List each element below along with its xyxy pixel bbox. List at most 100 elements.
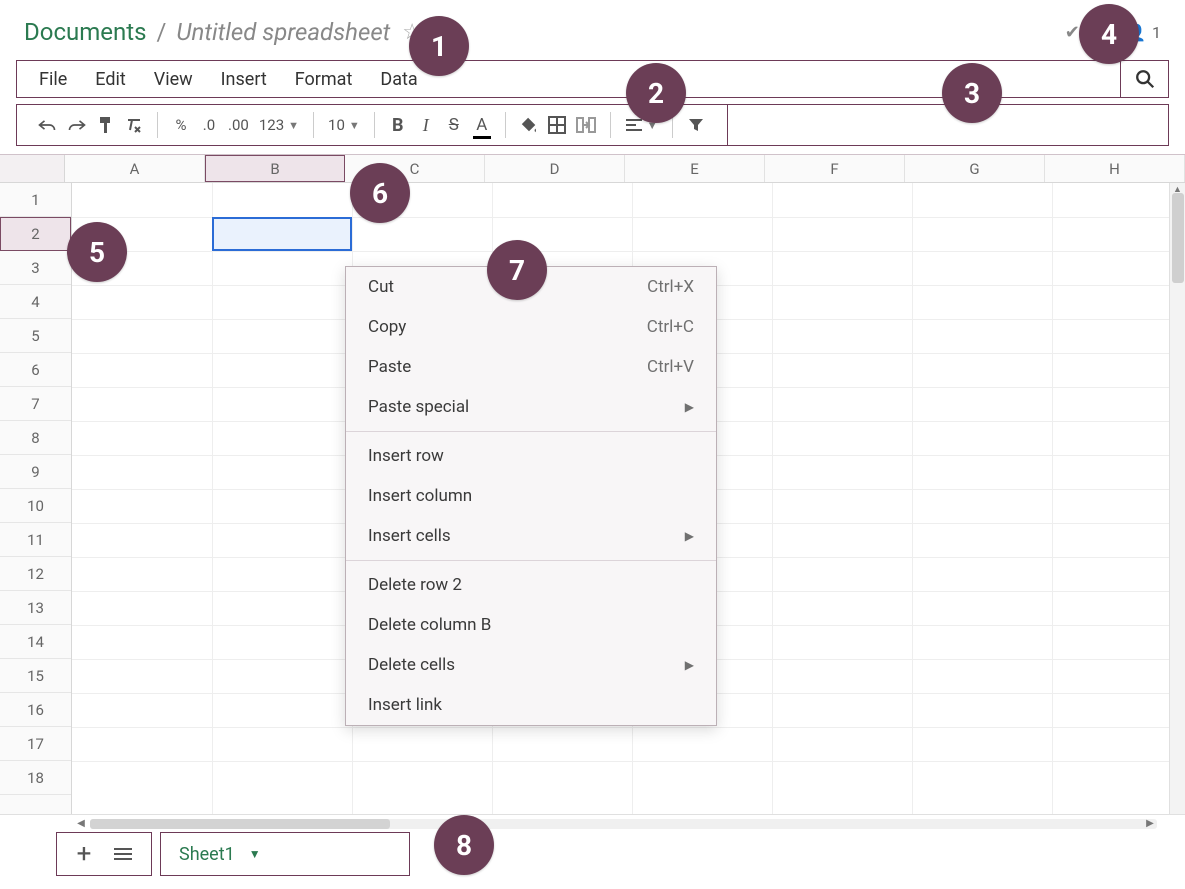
sheet-tabs-bar: + Sheet1 ▼ (0, 832, 1185, 876)
row-header-13[interactable]: 13 (0, 591, 71, 625)
undo-button[interactable] (33, 112, 61, 138)
merge-icon (576, 117, 596, 133)
context-delete-column[interactable]: Delete column B (346, 605, 716, 645)
borders-icon (548, 116, 566, 134)
context-copy[interactable]: CopyCtrl+C (346, 307, 716, 347)
filter-button[interactable] (683, 112, 709, 138)
annotation-bubble-5: 5 (67, 222, 127, 282)
select-all-corner[interactable] (0, 155, 65, 182)
row-header-14[interactable]: 14 (0, 625, 71, 659)
all-sheets-button[interactable] (109, 841, 137, 867)
annotation-bubble-6: 6 (350, 163, 410, 223)
number-format-button[interactable]: 123▼ (255, 112, 303, 138)
col-header-B[interactable]: B (205, 155, 345, 182)
row-header-11[interactable]: 11 (0, 523, 71, 557)
annotation-bubble-7: 7 (487, 240, 547, 300)
selected-cell-B2[interactable] (212, 217, 352, 251)
col-header-D[interactable]: D (485, 155, 625, 182)
add-sheet-button[interactable]: + (71, 841, 97, 867)
strikethrough-button[interactable]: S (441, 112, 467, 138)
menu-icon (113, 847, 133, 861)
context-insert-cells[interactable]: Insert cells▶ (346, 516, 716, 556)
format-paint-button[interactable] (93, 112, 119, 138)
format-paint-icon (98, 116, 114, 134)
row-header-5[interactable]: 5 (0, 319, 71, 353)
clear-format-button[interactable] (121, 112, 147, 138)
context-menu-separator (346, 431, 716, 432)
row-header-12[interactable]: 12 (0, 557, 71, 591)
col-header-G[interactable]: G (905, 155, 1045, 182)
row-header-3[interactable]: 3 (0, 251, 71, 285)
row-header-17[interactable]: 17 (0, 727, 71, 761)
header: Documents / Untitled spreadsheet ☆ ✔ Sav… (0, 0, 1185, 60)
context-insert-column[interactable]: Insert column (346, 476, 716, 516)
decrease-decimal-button[interactable]: .0 (196, 112, 222, 138)
annotation-bubble-3: 3 (942, 63, 1002, 123)
menu-insert[interactable]: Insert (207, 64, 281, 95)
context-paste[interactable]: PasteCtrl+V (346, 347, 716, 387)
menu-format[interactable]: Format (281, 64, 367, 95)
row-header-2[interactable]: 2 (0, 217, 71, 251)
chevron-down-icon: ▼ (349, 119, 360, 132)
context-delete-row[interactable]: Delete row 2 (346, 565, 716, 605)
row-header-8[interactable]: 8 (0, 421, 71, 455)
menu-edit[interactable]: Edit (81, 64, 139, 95)
menu-file[interactable]: File (25, 64, 81, 95)
col-header-A[interactable]: A (65, 155, 205, 182)
annotation-bubble-1: 1 (409, 16, 469, 76)
font-size-button[interactable]: 10▼ (324, 112, 364, 138)
formula-bar[interactable] (727, 105, 1162, 145)
row-header-6[interactable]: 6 (0, 353, 71, 387)
vertical-scroll-thumb[interactable] (1172, 193, 1184, 283)
clear-format-icon (125, 117, 143, 133)
row-header-7[interactable]: 7 (0, 387, 71, 421)
document-title[interactable]: Untitled spreadsheet (176, 18, 390, 46)
vertical-scrollbar[interactable]: ▲ (1169, 183, 1185, 814)
sheet-name: Sheet1 (179, 844, 235, 865)
scroll-left-icon[interactable]: ◀ (72, 818, 90, 829)
bold-button[interactable]: B (385, 112, 411, 138)
redo-button[interactable] (63, 112, 91, 138)
row-header-1[interactable]: 1 (0, 183, 71, 217)
borders-button[interactable] (544, 112, 570, 138)
row-header-18[interactable]: 18 (0, 761, 71, 795)
col-header-H[interactable]: H (1045, 155, 1185, 182)
increase-decimal-button[interactable]: .00 (224, 112, 253, 138)
context-delete-cells[interactable]: Delete cells▶ (346, 645, 716, 685)
row-headers: 1 2 3 4 5 6 7 8 9 10 11 12 13 14 15 16 1… (0, 183, 72, 814)
chevron-right-icon: ▶ (685, 529, 694, 543)
search-button[interactable] (1120, 61, 1168, 97)
merge-cells-button[interactable] (572, 112, 600, 138)
italic-button[interactable]: I (413, 112, 439, 138)
breadcrumb-sep: / (153, 18, 171, 46)
col-header-E[interactable]: E (625, 155, 765, 182)
redo-icon (67, 118, 87, 132)
row-header-15[interactable]: 15 (0, 659, 71, 693)
scroll-right-icon[interactable]: ▶ (1141, 818, 1159, 829)
breadcrumb-root[interactable]: Documents (24, 18, 147, 46)
undo-icon (37, 118, 57, 132)
context-insert-row[interactable]: Insert row (346, 436, 716, 476)
row-header-16[interactable]: 16 (0, 693, 71, 727)
row-header-10[interactable]: 10 (0, 489, 71, 523)
context-menu-separator (346, 560, 716, 561)
search-icon (1134, 68, 1156, 90)
sheet-tabs-controls: + (56, 832, 152, 876)
context-menu: CutCtrl+X CopyCtrl+C PasteCtrl+V Paste s… (345, 266, 717, 726)
fill-color-button[interactable] (516, 112, 542, 138)
row-header-4[interactable]: 4 (0, 285, 71, 319)
breadcrumb: Documents / Untitled spreadsheet ☆ (24, 18, 422, 46)
sheet-tab-active[interactable]: Sheet1 ▼ (160, 832, 410, 876)
font-color-button[interactable]: A (469, 112, 495, 138)
check-icon: ✔ (1065, 22, 1080, 43)
percent-format-button[interactable]: % (168, 112, 194, 138)
col-header-F[interactable]: F (765, 155, 905, 182)
chevron-down-icon[interactable]: ▼ (249, 847, 261, 861)
row-header-9[interactable]: 9 (0, 455, 71, 489)
horizontal-scroll-thumb[interactable] (90, 819, 390, 829)
column-headers: A B C D E F G H (0, 155, 1185, 183)
horizontal-scrollbar[interactable] (90, 819, 1157, 829)
context-insert-link[interactable]: Insert link (346, 685, 716, 725)
context-paste-special[interactable]: Paste special▶ (346, 387, 716, 427)
menu-view[interactable]: View (140, 64, 207, 95)
